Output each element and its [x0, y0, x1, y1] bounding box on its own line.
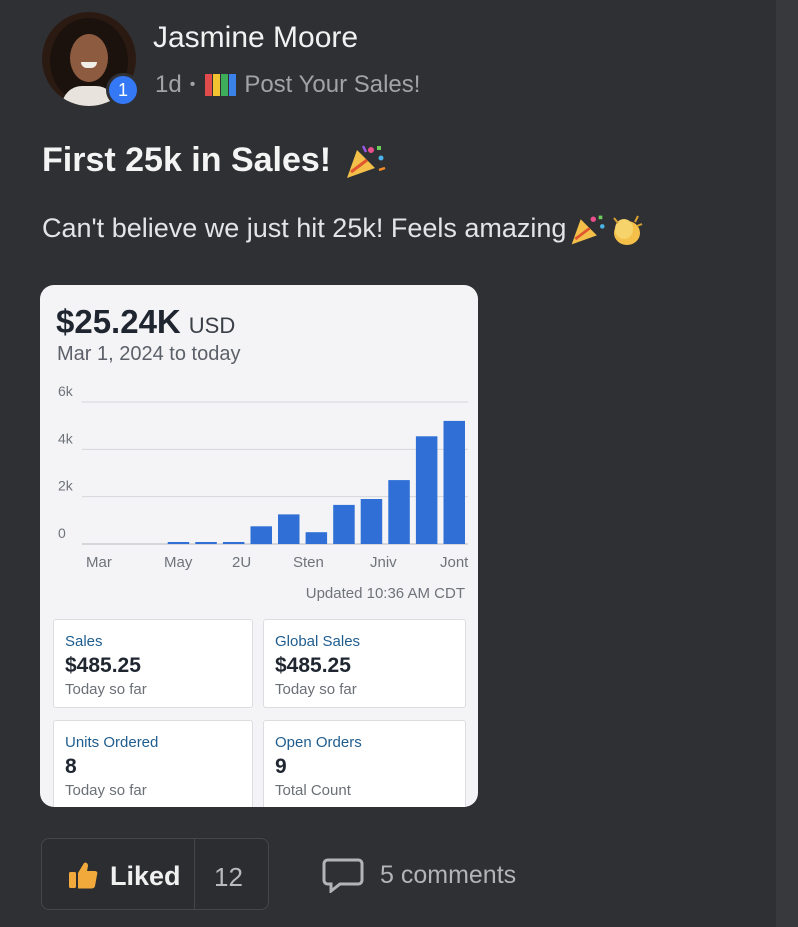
tile-subtext: Today so far: [65, 782, 147, 799]
chart-bar: [388, 480, 410, 544]
x-tick-label: May: [164, 554, 193, 571]
chart-bar: [415, 436, 438, 544]
post-body: Can't believe we just hit 25k! Feels ama…: [42, 212, 646, 248]
chart-bar: [443, 420, 465, 544]
tile-sales[interactable]: Sales $485.25 Today so far: [53, 619, 253, 708]
meta-separator: •: [189, 76, 196, 93]
x-tick-label: Sten: [293, 554, 324, 571]
comment-bubble-icon: [322, 858, 364, 893]
sales-bar-chart: 0 2k 4k 6k Mar May 2U Sten Jniv Jont: [58, 385, 469, 571]
chart-bar: [167, 542, 190, 544]
tile-units-ordered[interactable]: Units Ordered 8 Today so far: [53, 720, 253, 807]
tile-label: Sales: [65, 633, 103, 650]
like-count[interactable]: 12: [214, 862, 243, 893]
x-tick-label: Jont: [440, 554, 469, 571]
tile-subtext: Total Count: [275, 782, 351, 799]
author-name[interactable]: Jasmine Moore: [153, 21, 358, 55]
post-title: First 25k in Sales!: [42, 141, 387, 182]
total-amount-value: $25.24K: [56, 303, 181, 340]
x-tick-label: Mar: [86, 554, 112, 571]
post-meta: 1d • Post Your Sales!: [155, 71, 420, 99]
sales-card[interactable]: $25.24K USD Mar 1, 2024 to today 0 2k 4k 6k M…: [40, 285, 478, 807]
tile-open-orders[interactable]: Open Orders 9 Total Count: [263, 720, 466, 807]
tile-value: $485.25: [275, 654, 351, 677]
currency-label: USD: [188, 313, 236, 338]
level-badge: 1: [106, 73, 140, 107]
scroll-rail: [776, 0, 798, 927]
chart-bar: [278, 514, 300, 544]
party-popper-icon: [346, 145, 385, 179]
clapping-hands-icon: [613, 215, 643, 245]
y-tick-label: 2k: [58, 478, 74, 494]
tile-label: Units Ordered: [65, 734, 159, 751]
x-tick-label: 2U: [232, 554, 251, 571]
party-popper-icon: [572, 215, 605, 245]
chart-bar: [250, 526, 272, 545]
bar-chart-icon: [205, 74, 237, 96]
tile-value: $485.25: [65, 654, 141, 677]
tile-subtext: Today so far: [275, 681, 357, 698]
author-avatar[interactable]: 1: [42, 12, 140, 107]
post-body-text: Can't believe we just hit 25k! Feels ama…: [42, 213, 567, 244]
chart-bar: [360, 499, 383, 544]
comments-label: 5 comments: [380, 860, 517, 889]
tile-label: Open Orders: [275, 734, 362, 751]
comments-button[interactable]: 5 comments: [322, 857, 516, 893]
total-amount: $25.24K USD: [56, 303, 235, 341]
post-title-text: First 25k in Sales!: [42, 141, 332, 179]
like-button[interactable]: Liked 12: [41, 838, 269, 910]
tile-value: 9: [275, 755, 287, 778]
tile-global-sales[interactable]: Global Sales $485.25 Today so far: [263, 619, 466, 708]
tile-subtext: Today so far: [65, 681, 147, 698]
thumbs-up-icon: [69, 862, 98, 889]
post-time[interactable]: 1d: [155, 71, 182, 99]
tile-label: Global Sales: [275, 633, 361, 650]
like-label: Liked: [110, 861, 181, 891]
date-range: Mar 1, 2024 to today: [57, 343, 241, 365]
x-tick-label: Jniv: [370, 554, 397, 571]
tile-value: 8: [65, 755, 77, 778]
chart-bar: [195, 542, 217, 544]
updated-timestamp: Updated 10:36 AM CDT: [305, 585, 465, 602]
y-tick-label: 6k: [58, 385, 74, 399]
group-link[interactable]: Post Your Sales!: [244, 71, 420, 99]
like-divider: [194, 839, 195, 909]
y-tick-label: 0: [58, 525, 66, 541]
chart-bar: [305, 532, 328, 544]
y-tick-label: 4k: [58, 430, 74, 446]
chart-bar: [222, 542, 245, 544]
chart-bar: [333, 504, 355, 544]
